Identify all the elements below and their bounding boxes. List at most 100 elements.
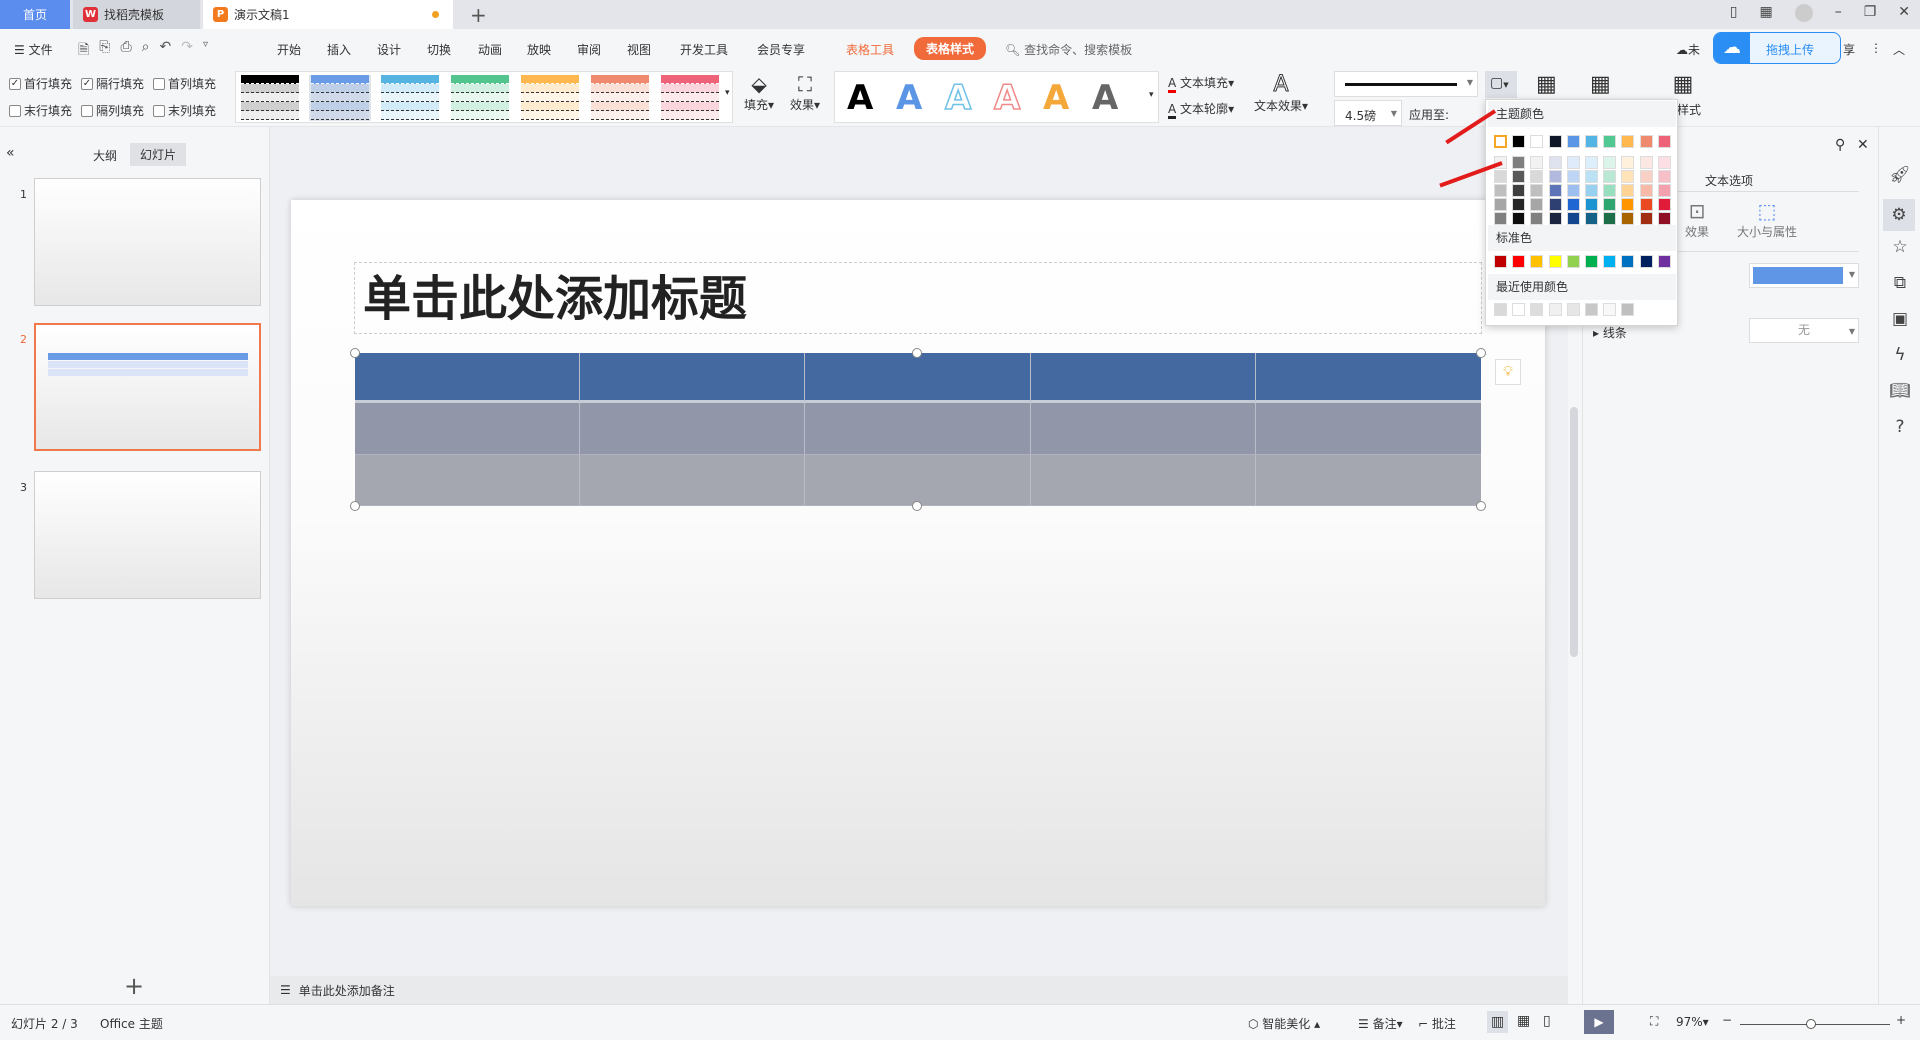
shade-color-swatch[interactable] xyxy=(1603,156,1617,169)
text-fill-button[interactable]: A 文本填充▾ xyxy=(1168,74,1234,93)
shade-color-swatch[interactable] xyxy=(1494,198,1507,211)
shade-color-swatch[interactable] xyxy=(1621,212,1635,225)
restore-icon[interactable]: ❐ xyxy=(1864,4,1877,22)
checkbox-3[interactable]: 首列填充 xyxy=(153,75,216,92)
fill-button[interactable]: ⬙ 填充▾ xyxy=(744,72,774,113)
smart-suggest-button[interactable]: 💡︎ xyxy=(1495,359,1521,385)
shade-color-swatch[interactable] xyxy=(1603,212,1617,225)
menu-tab[interactable]: 审阅 xyxy=(577,41,601,58)
shade-color-swatch[interactable] xyxy=(1585,212,1598,225)
more-options-icon[interactable]: ⋮ xyxy=(1870,41,1882,55)
shade-color-swatch[interactable] xyxy=(1548,156,1562,169)
table-cell[interactable] xyxy=(805,403,1031,455)
theme-color-swatch[interactable] xyxy=(1530,135,1544,148)
export-icon[interactable]: ⎘ xyxy=(99,39,110,63)
comments-button[interactable]: ⌐ 批注 xyxy=(1418,1015,1456,1032)
collapse-ribbon-icon[interactable]: ︿ xyxy=(1893,41,1905,58)
shade-color-swatch[interactable] xyxy=(1657,184,1671,197)
standard-color-swatch[interactable] xyxy=(1621,255,1635,268)
theme-color-swatch[interactable] xyxy=(1639,135,1653,148)
theme-name[interactable]: Office 主题 xyxy=(100,1015,163,1032)
redo-icon[interactable]: ↷ xyxy=(181,39,193,63)
help-icon[interactable]: ? xyxy=(1889,417,1911,439)
normal-view-icon[interactable]: ▥ xyxy=(1487,1011,1509,1033)
table-cell[interactable] xyxy=(355,455,581,506)
resize-handle[interactable] xyxy=(350,501,360,511)
menu-tab[interactable]: 放映 xyxy=(527,41,551,58)
shade-color-swatch[interactable] xyxy=(1621,156,1635,169)
table-cell[interactable] xyxy=(805,353,1031,403)
text-outline-button[interactable]: A 文本轮廓▾ xyxy=(1168,100,1234,119)
smart-beautify-button[interactable]: ⬡ 智能美化 ▴ xyxy=(1248,1015,1320,1032)
shade-color-swatch[interactable] xyxy=(1566,156,1580,169)
slide-thumbnail[interactable] xyxy=(34,323,261,451)
shade-color-swatch[interactable] xyxy=(1621,198,1635,211)
zoom-in-button[interactable]: + xyxy=(1896,1013,1906,1027)
shade-color-swatch[interactable] xyxy=(1494,170,1507,183)
switch-icon[interactable]: ⧉ xyxy=(1889,273,1911,295)
tab-table-tools[interactable]: 表格工具 xyxy=(846,41,894,58)
shade-color-swatch[interactable] xyxy=(1621,184,1635,197)
close-panel-icon[interactable]: ✕ xyxy=(1857,137,1869,153)
slide-thumbnail[interactable] xyxy=(34,178,261,306)
shade-color-swatch[interactable] xyxy=(1512,184,1526,197)
zoom-level[interactable]: 97%▾ xyxy=(1676,1015,1709,1029)
checkbox-4[interactable]: 末行填充 xyxy=(9,102,72,119)
table-cell[interactable] xyxy=(355,403,581,455)
fill-color-select[interactable]: ▼ xyxy=(1749,263,1859,288)
shade-color-swatch[interactable] xyxy=(1548,184,1562,197)
checkbox-6[interactable]: 末列填充 xyxy=(153,102,216,119)
search-box[interactable]: 🔍︎ 查找命令、搜索模板 xyxy=(1005,41,1132,58)
theme-color-swatch[interactable] xyxy=(1548,135,1562,148)
table-style-option[interactable] xyxy=(379,75,441,121)
table-cell[interactable] xyxy=(1030,353,1256,403)
share-button[interactable]: 享 xyxy=(1843,41,1855,58)
collapse-panel-icon[interactable]: « xyxy=(6,145,15,161)
shade-color-swatch[interactable] xyxy=(1639,170,1653,183)
standard-color-swatch[interactable] xyxy=(1494,255,1507,268)
resize-handle[interactable] xyxy=(912,501,922,511)
play-slideshow-button[interactable]: ▶ xyxy=(1584,1010,1614,1034)
menu-tab[interactable]: 开始 xyxy=(277,41,301,58)
close-icon[interactable]: ✕ xyxy=(1898,4,1910,22)
shade-color-swatch[interactable] xyxy=(1657,198,1671,211)
tab-effect[interactable]: ⊡ 效果 xyxy=(1685,199,1709,240)
apps-grid-icon[interactable]: ▦ xyxy=(1759,4,1772,22)
shade-color-swatch[interactable] xyxy=(1657,212,1671,225)
star-icon[interactable]: ☆ xyxy=(1889,237,1911,259)
store-icon[interactable]: ▣ xyxy=(1889,309,1911,331)
theme-color-swatch[interactable] xyxy=(1494,135,1507,148)
save-icon[interactable]: 🗎 xyxy=(78,39,89,63)
recent-color-swatch[interactable] xyxy=(1603,303,1617,316)
book-icon[interactable]: 📖︎ xyxy=(1889,381,1911,403)
tab-outline[interactable]: 大纲 xyxy=(93,147,117,164)
tab-presentation[interactable]: P 演示文稿1 xyxy=(203,0,453,29)
avatar[interactable] xyxy=(1794,4,1813,22)
shade-color-swatch[interactable] xyxy=(1512,212,1526,225)
shade-color-swatch[interactable] xyxy=(1639,184,1653,197)
new-tab-button[interactable]: + xyxy=(460,0,487,29)
line-width-select[interactable]: 4.5磅 ▼ xyxy=(1334,100,1402,126)
shade-color-swatch[interactable] xyxy=(1548,212,1562,225)
settings-sliders-icon[interactable]: ⚙︎ xyxy=(1883,199,1915,231)
table-style-option[interactable] xyxy=(589,75,651,121)
shade-color-swatch[interactable] xyxy=(1603,184,1617,197)
theme-color-swatch[interactable] xyxy=(1657,135,1671,148)
pin-icon[interactable]: ⚲ xyxy=(1835,137,1845,153)
print-icon[interactable]: ⎙ xyxy=(120,39,131,63)
table-style-option[interactable] xyxy=(309,75,371,121)
shade-color-swatch[interactable] xyxy=(1585,184,1598,197)
standard-color-swatch[interactable] xyxy=(1512,255,1526,268)
notes-bar[interactable]: ☰ 单击此处添加备注 xyxy=(270,976,1568,1004)
shade-color-swatch[interactable] xyxy=(1512,198,1526,211)
line-select[interactable]: 无 ▼ xyxy=(1749,318,1859,343)
table-cell[interactable] xyxy=(580,353,806,403)
checkbox-5[interactable]: 隔列填充 xyxy=(81,102,144,119)
shade-color-swatch[interactable] xyxy=(1585,170,1598,183)
shade-color-swatch[interactable] xyxy=(1494,212,1507,225)
tab-size-properties[interactable]: ⬚ 大小与属性 xyxy=(1737,199,1797,240)
zoom-out-button[interactable]: − xyxy=(1722,1013,1732,1027)
shade-color-swatch[interactable] xyxy=(1657,170,1671,183)
shade-color-swatch[interactable] xyxy=(1657,156,1671,169)
shade-color-swatch[interactable] xyxy=(1566,184,1580,197)
